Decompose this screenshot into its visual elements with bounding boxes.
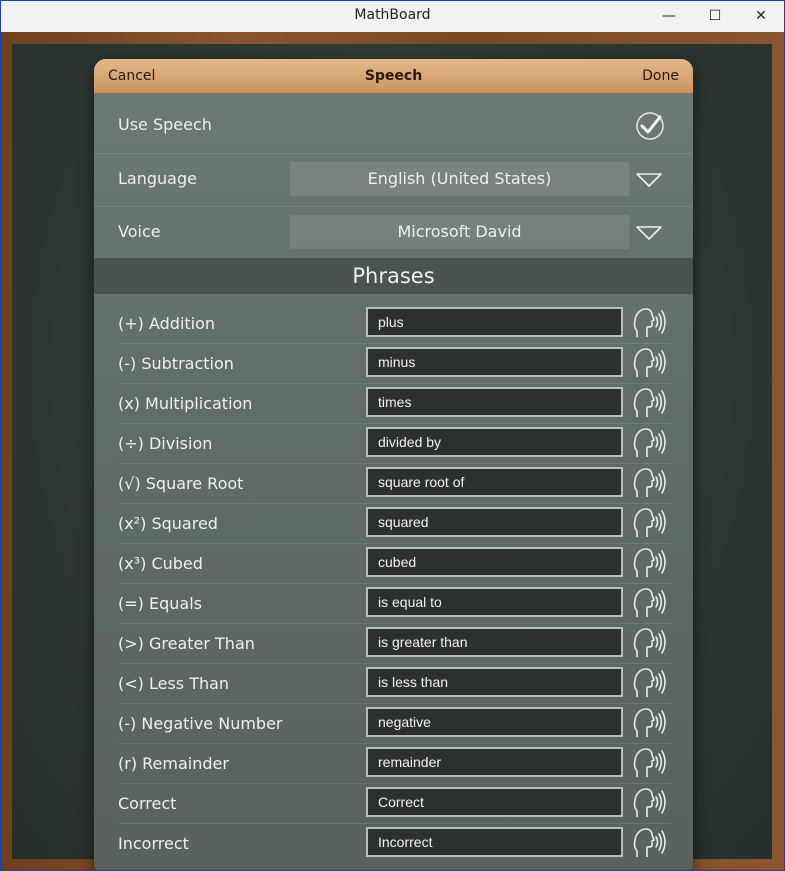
title-bar: MathBoard — ☐ ✕: [1, 1, 784, 32]
speaking-head-icon[interactable]: [633, 747, 667, 779]
speaking-head-icon[interactable]: [633, 507, 667, 539]
phrase-label: (r) Remainder: [118, 754, 229, 773]
dialog-header: Cancel Speech Done: [94, 59, 693, 94]
phrase-row: (x) Multiplication: [94, 384, 693, 424]
speaking-head-icon[interactable]: [633, 307, 667, 339]
phrase-row: (<) Less Than: [94, 664, 693, 704]
app-window: MathBoard — ☐ ✕ Cancel Speech Done Use S…: [1, 1, 784, 870]
phrase-row: (√) Square Root: [94, 464, 693, 504]
phrase-input[interactable]: [366, 827, 623, 857]
phrase-label: (√) Square Root: [118, 474, 244, 493]
phrase-label: (>) Greater Than: [118, 634, 255, 653]
language-row: Language English (United States): [94, 154, 693, 206]
phrase-label: (+) Addition: [118, 314, 216, 333]
speaking-head-icon[interactable]: [633, 547, 667, 579]
phrase-label: (x³) Cubed: [118, 554, 203, 573]
phrase-row: (-) Negative Number: [94, 704, 693, 744]
dialog-title: Speech: [364, 68, 423, 84]
phrase-row: Correct: [94, 784, 693, 824]
phrase-label: (=) Equals: [118, 594, 202, 613]
done-button[interactable]: Done: [642, 68, 679, 84]
use-speech-label: Use Speech: [118, 115, 212, 134]
phrase-row: (=) Equals: [94, 584, 693, 624]
phrase-row: (+) Addition: [94, 304, 693, 344]
phrase-row: (x³) Cubed: [94, 544, 693, 584]
phrase-row: Incorrect: [94, 824, 693, 864]
phrase-input[interactable]: [366, 547, 623, 577]
speaking-head-icon[interactable]: [633, 667, 667, 699]
voice-select[interactable]: Microsoft David: [290, 215, 629, 249]
speaking-head-icon[interactable]: [633, 827, 667, 859]
speaking-head-icon[interactable]: [633, 707, 667, 739]
phrase-label: (x²) Squared: [118, 514, 218, 533]
phrase-input[interactable]: [366, 387, 623, 417]
speaking-head-icon[interactable]: [633, 427, 667, 459]
phrase-label: Correct: [118, 794, 177, 813]
language-select[interactable]: English (United States): [290, 162, 629, 196]
phrase-input[interactable]: [366, 307, 623, 337]
speaking-head-icon[interactable]: [633, 587, 667, 619]
phrase-label: (-) Subtraction: [118, 354, 234, 373]
speaking-head-icon[interactable]: [633, 347, 667, 379]
phrase-input[interactable]: [366, 667, 623, 697]
speaking-head-icon[interactable]: [633, 627, 667, 659]
phrase-row: (>) Greater Than: [94, 624, 693, 664]
voice-row: Voice Microsoft David: [94, 207, 693, 258]
phrases-heading: Phrases: [94, 258, 693, 294]
voice-label: Voice: [118, 222, 161, 241]
phrase-label: (<) Less Than: [118, 674, 230, 693]
phrase-label: (x) Multiplication: [118, 394, 253, 413]
phrase-row: (-) Subtraction: [94, 344, 693, 384]
speaking-head-icon[interactable]: [633, 467, 667, 499]
phrase-input[interactable]: [366, 347, 623, 377]
phrase-input[interactable]: [366, 787, 623, 817]
phrase-label: (-) Negative Number: [118, 714, 283, 733]
wood-frame: Cancel Speech Done Use Speech Language E…: [1, 32, 784, 870]
speech-dialog: Cancel Speech Done Use Speech Language E…: [94, 59, 693, 870]
phrase-input[interactable]: [366, 507, 623, 537]
language-label: Language: [118, 169, 197, 188]
phrase-input[interactable]: [366, 587, 623, 617]
chevron-down-icon[interactable]: [636, 172, 662, 188]
phrase-input[interactable]: [366, 467, 623, 497]
phrase-input[interactable]: [366, 427, 623, 457]
use-speech-row: Use Speech: [94, 93, 693, 153]
speaking-head-icon[interactable]: [633, 387, 667, 419]
phrase-row: (x²) Squared: [94, 504, 693, 544]
speaking-head-icon[interactable]: [633, 787, 667, 819]
phrase-label: Incorrect: [118, 834, 189, 853]
phrase-row: (÷) Division: [94, 424, 693, 464]
chevron-down-icon[interactable]: [636, 225, 662, 241]
close-button[interactable]: ✕: [738, 1, 784, 32]
maximize-button[interactable]: ☐: [692, 1, 738, 32]
check-icon[interactable]: [635, 111, 665, 141]
phrase-label: (÷) Division: [118, 434, 213, 453]
phrase-input[interactable]: [366, 707, 623, 737]
phrase-input[interactable]: [366, 627, 623, 657]
minimize-button[interactable]: —: [646, 1, 692, 32]
phrase-row: (r) Remainder: [94, 744, 693, 784]
phrase-input[interactable]: [366, 747, 623, 777]
